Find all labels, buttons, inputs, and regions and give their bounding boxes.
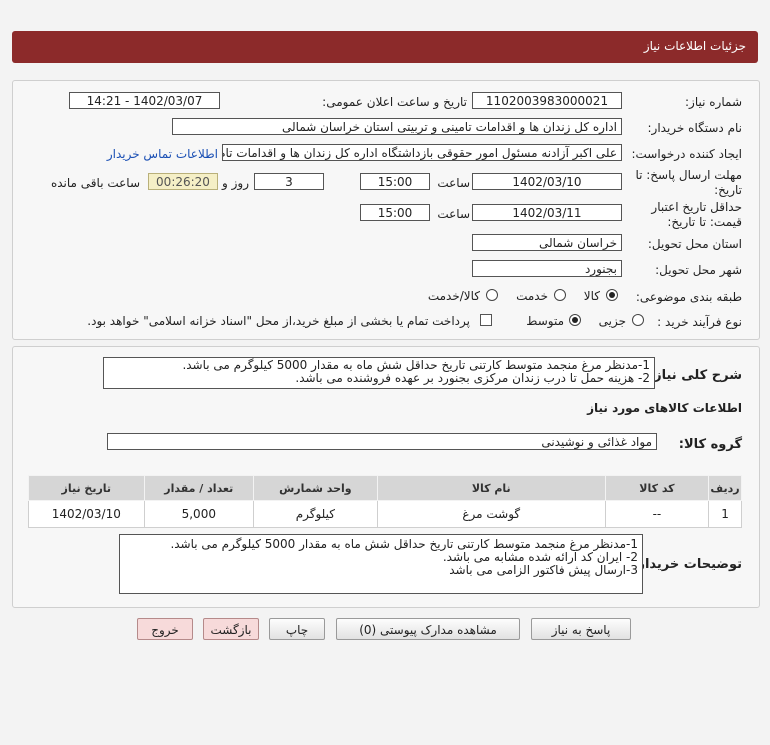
process-radio-minor[interactable] bbox=[632, 314, 644, 326]
category-radio-goods[interactable] bbox=[606, 289, 618, 301]
category-option-goods: کالا bbox=[583, 289, 600, 303]
goods-group-field: مواد غذائی و نوشیدنی bbox=[107, 433, 657, 450]
treasury-payment-note: پرداخت تمام یا بخشی از مبلغ خرید،از محل … bbox=[87, 314, 470, 328]
validity-label-line-1: حداقل تاریخ اعتبار bbox=[651, 200, 742, 214]
province-label: استان محل تحویل: bbox=[647, 237, 742, 251]
treasury-payment-checkbox[interactable] bbox=[480, 314, 492, 326]
deadline-label: مهلت ارسال پاسخ: تا تاریخ: bbox=[635, 168, 742, 198]
remaining-days-field: 3 bbox=[254, 173, 324, 190]
category-option-goods-service: کالا/خدمت bbox=[427, 289, 480, 303]
cell-name: گوشت مرغ bbox=[376, 500, 606, 528]
buyer-notes-line-3: 3-ارسال پیش فاکتور الزامی می باشد bbox=[449, 563, 638, 577]
process-option-minor: جزیی bbox=[598, 314, 626, 328]
validity-time-field: 15:00 bbox=[360, 204, 430, 221]
page-header: جزئیات اطلاعات نیاز bbox=[12, 31, 758, 63]
reply-to-need-button[interactable]: پاسخ به نیاز bbox=[531, 618, 631, 640]
summary-line-2: 2- هزینه حمل تا درب زندان مرکزی بجنورد ب… bbox=[295, 371, 650, 385]
cell-code: -- bbox=[604, 500, 710, 528]
requester-field: علی اکبر آزادنه مسئول امور حقوقی بازداشت… bbox=[222, 144, 622, 161]
validity-label-line-2: قیمت: تا تاریخ: bbox=[667, 215, 742, 229]
remaining-time-label: ساعت باقی مانده bbox=[50, 176, 140, 190]
page-title: جزئیات اطلاعات نیاز bbox=[643, 39, 746, 53]
process-option-medium: متوسط bbox=[526, 314, 564, 328]
need-number-label: شماره نیاز: bbox=[685, 95, 742, 109]
summary-box: 1-مدنظر مرغ منجمد متوسط کارتنی تاریخ حدا… bbox=[103, 357, 655, 389]
deadline-time-field: 15:00 bbox=[360, 173, 430, 190]
print-button[interactable]: چاپ bbox=[269, 618, 325, 640]
col-row: ردیف bbox=[708, 475, 742, 501]
back-button[interactable]: بازگشت bbox=[203, 618, 259, 640]
summary-label: شرح کلی نیاز: bbox=[648, 368, 742, 383]
validity-label: حداقل تاریخ اعتبار قیمت: تا تاریخ: bbox=[651, 200, 742, 230]
table-row: 1 -- گوشت مرغ کیلوگرم 5,000 1402/03/10 bbox=[28, 500, 742, 528]
goods-table: ردیف کد کالا نام کالا واحد شمارش تعداد /… bbox=[28, 475, 742, 528]
province-field: خراسان شمالی bbox=[472, 234, 622, 251]
category-radio-service[interactable] bbox=[554, 289, 566, 301]
deadline-label-line-2: تاریخ: bbox=[714, 183, 742, 197]
announce-datetime-field: 1402/03/07 - 14:21 bbox=[69, 92, 220, 109]
col-need-date: تاریخ نیاز bbox=[28, 475, 145, 501]
exit-button[interactable]: خروج bbox=[137, 618, 193, 640]
buyer-notes-box: 1-مدنظر مرغ منجمد متوسط کارتنی تاریخ حدا… bbox=[119, 534, 643, 594]
view-attachments-button[interactable]: مشاهده مدارک پیوستی (0) bbox=[336, 618, 520, 640]
need-number-field: 1102003983000021 bbox=[472, 92, 622, 109]
cell-unit: کیلوگرم bbox=[253, 500, 378, 528]
category-label: طبقه بندی موضوعی: bbox=[635, 290, 742, 304]
goods-table-header: ردیف کد کالا نام کالا واحد شمارش تعداد /… bbox=[28, 475, 742, 501]
validity-time-label: ساعت bbox=[437, 207, 470, 221]
days-label: روز و bbox=[222, 176, 249, 190]
cell-quantity: 5,000 bbox=[143, 500, 255, 528]
buyer-org-field: اداره کل زندان ها و اقدامات تامینی و ترب… bbox=[172, 118, 622, 135]
col-quantity: تعداد / مقدار bbox=[143, 475, 255, 501]
city-field: بجنورد bbox=[472, 260, 622, 277]
deadline-time-label: ساعت bbox=[437, 176, 470, 190]
process-label: نوع فرآیند خرید : bbox=[657, 315, 742, 329]
requester-label: ایجاد کننده درخواست: bbox=[631, 147, 742, 161]
category-option-service: خدمت bbox=[516, 289, 548, 303]
goods-group-label: گروه کالا: bbox=[678, 437, 742, 452]
city-label: شهر محل تحویل: bbox=[655, 263, 742, 277]
col-name: نام کالا bbox=[376, 475, 606, 501]
buyer-notes-label: توضیحات خریدار: bbox=[632, 557, 742, 572]
remaining-time-field: 00:26:20 bbox=[148, 173, 218, 190]
validity-date-field: 1402/03/11 bbox=[472, 204, 622, 221]
buyer-contact-link[interactable]: اطلاعات تماس خریدار bbox=[107, 147, 218, 161]
col-unit: واحد شمارش bbox=[253, 475, 378, 501]
deadline-label-line-1: مهلت ارسال پاسخ: تا bbox=[635, 168, 742, 182]
buyer-org-label: نام دستگاه خریدار: bbox=[647, 121, 743, 135]
process-radio-medium[interactable] bbox=[569, 314, 581, 326]
deadline-date-field: 1402/03/10 bbox=[472, 173, 622, 190]
cell-need-date: 1402/03/10 bbox=[28, 500, 145, 528]
category-radio-goods-service[interactable] bbox=[486, 289, 498, 301]
announce-label: تاریخ و ساعت اعلان عمومی: bbox=[322, 95, 467, 109]
col-code: کد کالا bbox=[604, 475, 710, 501]
goods-section-title: اطلاعات کالاهای مورد نیاز bbox=[587, 401, 742, 415]
cell-row: 1 bbox=[708, 500, 742, 528]
